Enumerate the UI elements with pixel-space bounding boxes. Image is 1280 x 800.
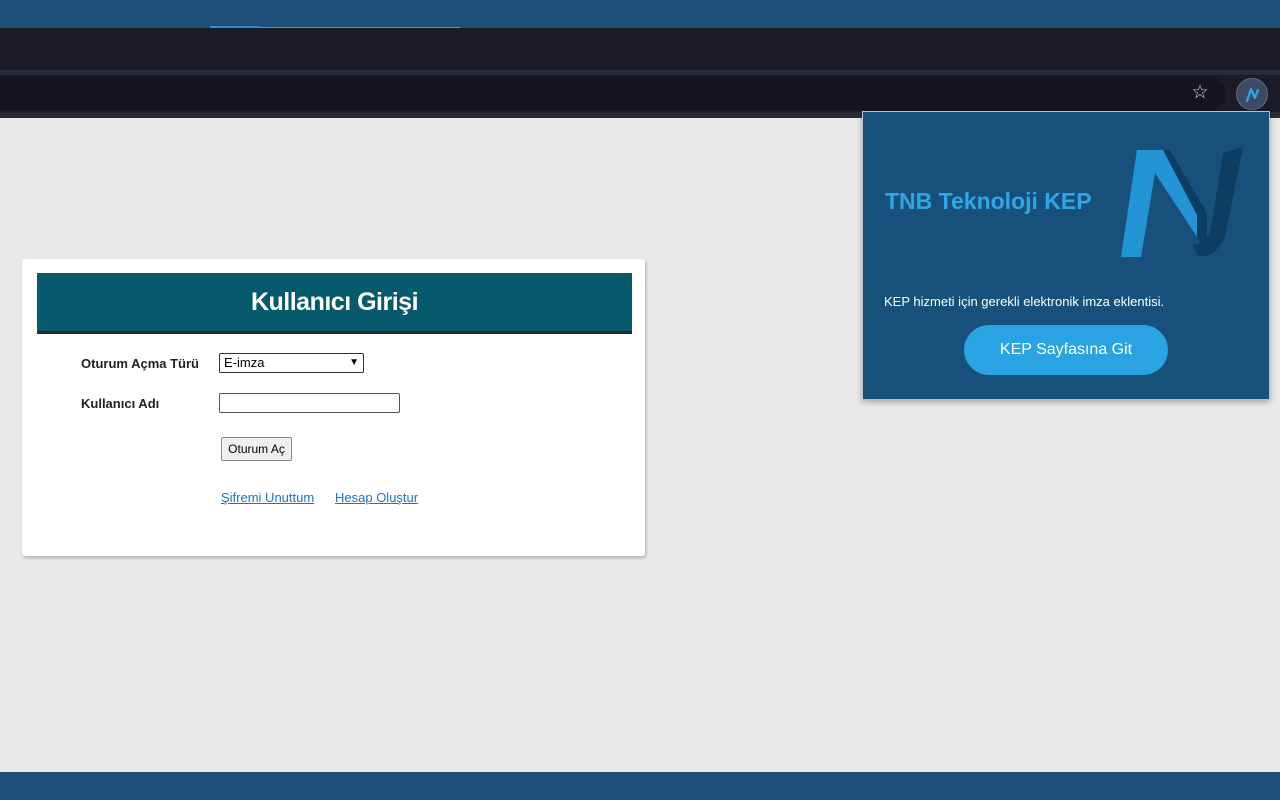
- create-account-link[interactable]: Hesap Oluştur: [335, 490, 418, 505]
- popup-description: KEP hizmeti için gerekli elektronik imza…: [884, 294, 1165, 309]
- tnb-logo-icon: [1121, 147, 1243, 257]
- popup-title: TNB Teknoloji KEP: [885, 188, 1092, 214]
- star-icon[interactable]: ☆: [1188, 81, 1212, 105]
- session-type-select[interactable]: E-imza ▼: [219, 353, 364, 373]
- extension-popup: TNB Teknoloji KEP KEP hizmeti için gerek…: [862, 111, 1270, 400]
- login-button[interactable]: Oturum Aç: [221, 437, 292, 461]
- tnb-extension-icon: [1245, 87, 1260, 103]
- session-type-label: Oturum Açma Türü: [81, 356, 199, 371]
- taskbar: [0, 772, 1280, 800]
- forgot-password-link[interactable]: Şifremi Unuttum: [221, 490, 314, 505]
- go-to-kep-button[interactable]: KEP Sayfasına Git: [964, 325, 1168, 375]
- browser-toolbar: ☆: [0, 75, 1280, 112]
- tab-strip: [0, 28, 1280, 70]
- extension-button[interactable]: [1236, 78, 1268, 110]
- address-bar[interactable]: [0, 76, 1226, 111]
- chevron-down-icon: ▼: [349, 357, 359, 368]
- login-title: Kullanıcı Girişi: [37, 273, 632, 334]
- session-type-value: E-imza: [224, 355, 265, 370]
- username-label: Kullanıcı Adı: [81, 396, 160, 411]
- login-card: Kullanıcı Girişi Oturum Açma Türü E-imza…: [22, 259, 645, 556]
- window-top-bar: [0, 0, 1280, 28]
- username-input[interactable]: [219, 393, 400, 413]
